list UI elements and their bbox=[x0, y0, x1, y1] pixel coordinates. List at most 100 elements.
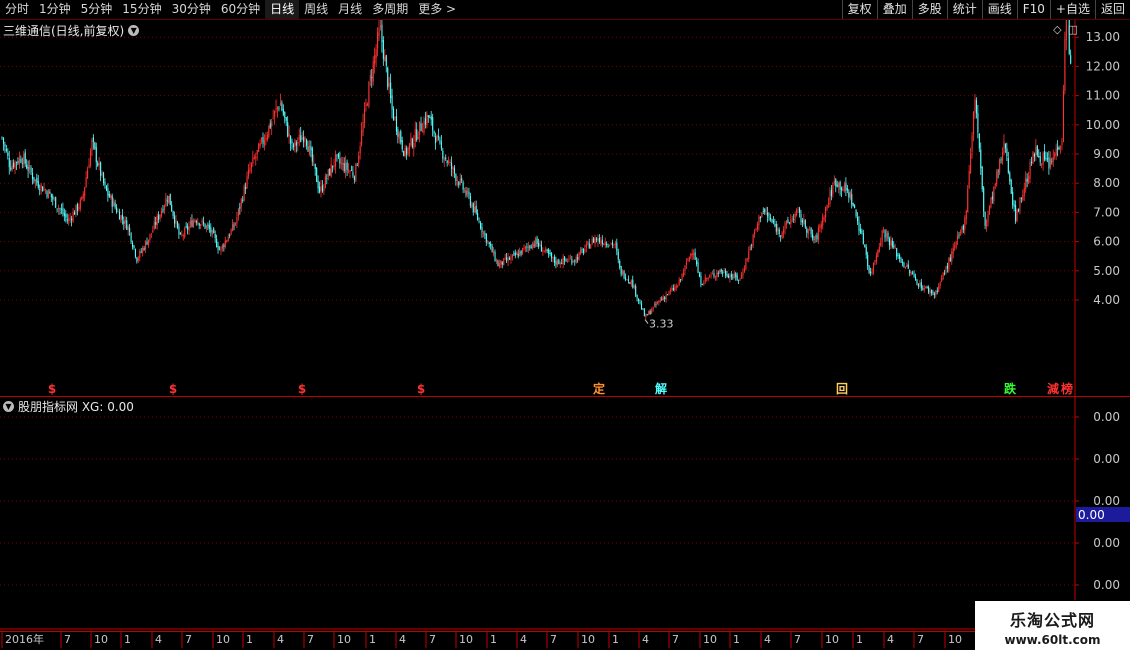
candle bbox=[688, 256, 690, 263]
watermark-logo: 乐淘公式网 www.60lt.com bbox=[975, 601, 1130, 650]
candle bbox=[95, 142, 97, 170]
candle bbox=[58, 204, 60, 215]
period-tab-7[interactable]: 周线 bbox=[299, 0, 333, 19]
candle bbox=[46, 189, 48, 199]
candle bbox=[707, 277, 709, 282]
period-tab-2[interactable]: 5分钟 bbox=[76, 0, 118, 19]
candle bbox=[79, 197, 81, 212]
candle bbox=[252, 150, 254, 167]
candle bbox=[962, 224, 964, 234]
candle bbox=[366, 102, 368, 107]
candle bbox=[693, 249, 695, 260]
candle bbox=[71, 215, 73, 227]
candle bbox=[597, 234, 599, 247]
candle bbox=[139, 249, 141, 262]
candle bbox=[994, 182, 996, 190]
candle bbox=[466, 187, 469, 198]
candle bbox=[794, 211, 796, 223]
candle bbox=[971, 131, 973, 159]
candle bbox=[69, 212, 71, 224]
indicator-chart[interactable]: 0.000.000.000.000.000.00 bbox=[0, 397, 1130, 630]
candle bbox=[683, 268, 685, 278]
indicator-title: 股朋指标网 XG: 0.00 bbox=[18, 400, 134, 414]
candle bbox=[920, 278, 922, 292]
candle bbox=[661, 296, 663, 301]
toolbar-button-7[interactable]: 返回 bbox=[1094, 0, 1130, 19]
candle bbox=[495, 258, 498, 265]
toolbar-button-2[interactable]: 多股 bbox=[911, 0, 947, 19]
candle bbox=[400, 129, 402, 145]
period-tab-5[interactable]: 60分钟 bbox=[216, 0, 265, 19]
candle bbox=[812, 229, 814, 241]
date-tick-label: 2016年 bbox=[5, 632, 44, 646]
toolbar-button-3[interactable]: 统计 bbox=[946, 0, 982, 19]
candle bbox=[365, 98, 367, 112]
candle bbox=[236, 212, 238, 229]
chevron-down-icon[interactable]: ▼ bbox=[128, 25, 140, 36]
candle bbox=[974, 94, 976, 119]
candle bbox=[965, 209, 967, 225]
date-tick-label: 10 bbox=[94, 633, 108, 646]
candle bbox=[533, 240, 535, 249]
diamond-icon[interactable]: ◇ bbox=[1053, 23, 1061, 36]
candle bbox=[239, 202, 241, 215]
candle bbox=[207, 222, 209, 230]
candle bbox=[268, 125, 270, 139]
candle bbox=[890, 235, 892, 250]
period-tab-3[interactable]: 15分钟 bbox=[117, 0, 166, 19]
candle bbox=[1020, 197, 1022, 203]
candle bbox=[165, 192, 167, 207]
candle bbox=[416, 122, 418, 142]
period-tab-1[interactable]: 1分钟 bbox=[34, 0, 76, 19]
candle bbox=[572, 260, 574, 263]
period-tab-8[interactable]: 月线 bbox=[333, 0, 367, 19]
period-tab-6[interactable]: 日线 bbox=[265, 0, 300, 19]
candle bbox=[919, 280, 921, 288]
candle bbox=[880, 237, 882, 247]
toolbar-button-6[interactable]: +自选 bbox=[1049, 0, 1095, 19]
candle bbox=[990, 197, 992, 209]
kline-chart[interactable]: 4.00 5.00 6.00 7.00 8.00 9.00 10.00 11.00 12.00 1… bbox=[0, 20, 1130, 397]
candle bbox=[871, 268, 873, 275]
candle bbox=[129, 223, 131, 236]
candle bbox=[214, 230, 216, 243]
toolbar-button-1[interactable]: 叠加 bbox=[876, 0, 912, 19]
toolbar-button-4[interactable]: 画线 bbox=[981, 0, 1017, 19]
candle bbox=[986, 218, 988, 232]
candle bbox=[377, 27, 379, 57]
candle bbox=[269, 119, 271, 130]
candle bbox=[754, 228, 756, 238]
period-tab-9[interactable]: 多周期 bbox=[367, 0, 413, 19]
candle bbox=[851, 188, 853, 209]
candle bbox=[756, 221, 759, 232]
date-axis: 2016年 7 10 1 4 7 10 1 4 7 10 1 4 7 10 1 4 7 10 1 4 7 10 1 4 7 10 1 4… bbox=[0, 631, 975, 648]
candle bbox=[216, 234, 218, 248]
candle bbox=[591, 235, 593, 246]
candle bbox=[343, 157, 345, 174]
candle bbox=[248, 164, 250, 180]
candle bbox=[600, 237, 602, 247]
period-tab-4[interactable]: 30分钟 bbox=[167, 0, 216, 19]
candle bbox=[784, 220, 786, 235]
candle bbox=[696, 257, 698, 267]
candle bbox=[1036, 144, 1038, 158]
candle bbox=[849, 190, 851, 201]
candle bbox=[469, 192, 471, 209]
toolbar-button-0[interactable]: 复权 bbox=[841, 0, 877, 19]
candle bbox=[814, 234, 817, 243]
candle bbox=[27, 160, 29, 178]
candle bbox=[1062, 84, 1064, 143]
candle bbox=[30, 165, 32, 176]
period-tab-0[interactable]: 分时 bbox=[0, 0, 34, 19]
candle bbox=[76, 202, 78, 216]
candle bbox=[271, 118, 273, 135]
chevron-down-icon[interactable]: ▼ bbox=[3, 401, 14, 412]
candle bbox=[886, 229, 888, 242]
toolbar-button-5[interactable]: F10 bbox=[1016, 0, 1050, 19]
candle bbox=[722, 269, 724, 277]
panel-toggle-icon[interactable]: ◫ bbox=[1068, 23, 1078, 36]
candle bbox=[437, 128, 440, 141]
period-tab-10[interactable]: 更多 > bbox=[413, 0, 461, 19]
candle bbox=[585, 240, 587, 253]
date-tick-label: 4 bbox=[399, 633, 406, 646]
